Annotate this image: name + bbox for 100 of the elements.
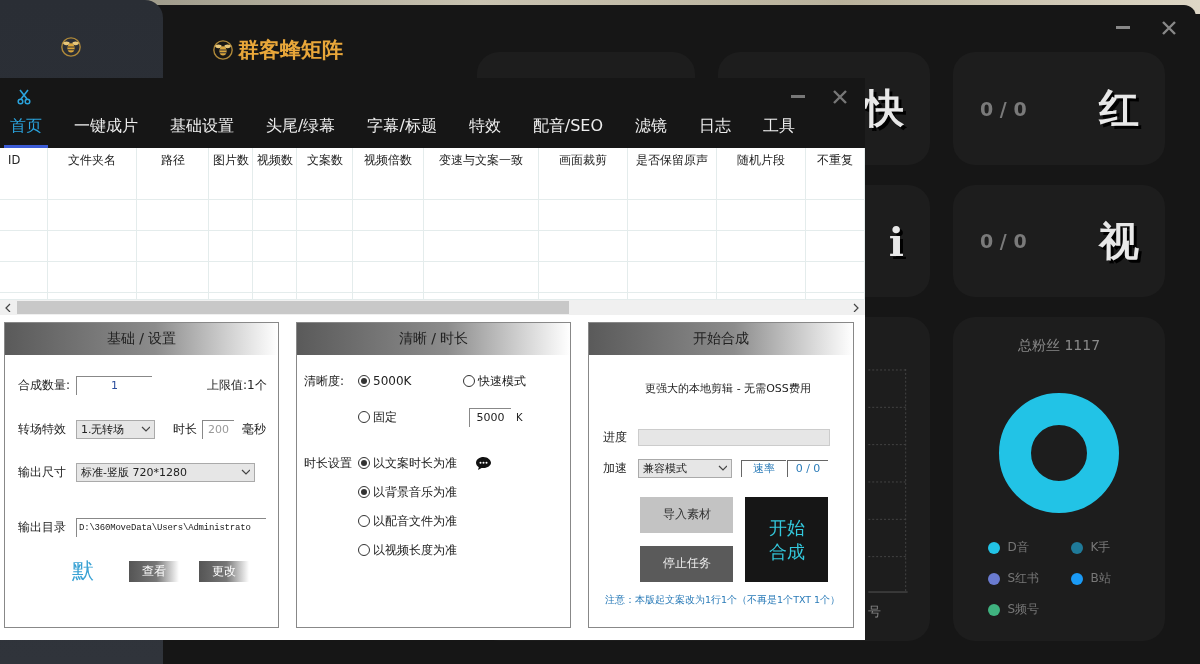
scissors-icon xyxy=(16,89,32,105)
field-label: 合成数量: xyxy=(18,376,72,394)
output-dir-input[interactable]: D:\360MoveData\Users\Administrato xyxy=(76,517,266,537)
radio-option[interactable]: 以文案时长为准 xyxy=(358,454,475,472)
radio-option[interactable]: 以视频长度为准 xyxy=(358,541,457,559)
table-cell xyxy=(297,200,353,231)
table-cell xyxy=(806,200,865,231)
table-cell xyxy=(806,231,865,262)
minimize-icon xyxy=(1116,26,1130,30)
table-cell xyxy=(0,200,48,231)
table-cell xyxy=(353,262,424,293)
table-cell xyxy=(0,262,48,293)
column-header: 图片数 xyxy=(209,148,253,200)
legend-label: K手 xyxy=(1090,539,1111,556)
nav-tab[interactable]: 配音/SEO xyxy=(526,108,610,148)
radio-option[interactable]: 以配音文件为准 xyxy=(358,512,457,530)
column-header: 文案数 xyxy=(297,148,353,200)
field-label: 清晰度: xyxy=(304,372,346,390)
column-header: 路径 xyxy=(137,148,209,200)
stat-label: 视 xyxy=(1099,215,1139,266)
stat-label: 红 xyxy=(1099,83,1139,133)
nav-tab[interactable]: 滤镜 xyxy=(629,108,674,148)
radio-option[interactable]: 快速模式 xyxy=(463,372,526,390)
notice-text: 注意：本版起文案改为1行1个（不再是1个TXT 1个） xyxy=(605,594,841,607)
column-header: ID xyxy=(0,148,48,200)
bee-logo-icon xyxy=(212,39,234,61)
nav-tab[interactable]: 特效 xyxy=(462,108,507,148)
column-header: 不重复 xyxy=(806,148,865,200)
action-button[interactable]: 导入素材 xyxy=(640,497,733,533)
table-cell xyxy=(806,262,865,293)
transition-select[interactable]: 1.无转场 xyxy=(76,419,155,439)
panel-button[interactable]: 查看 xyxy=(129,560,179,582)
table-cell xyxy=(353,200,424,231)
close-icon xyxy=(833,90,847,104)
chevron-left-icon xyxy=(4,303,13,312)
table-cell xyxy=(0,231,48,262)
field-label: 时长设置 xyxy=(304,454,353,472)
table-cell xyxy=(209,200,253,231)
table-cell xyxy=(137,262,209,293)
column-header: 文件夹名 xyxy=(48,148,137,200)
chevron-down-icon xyxy=(718,463,727,473)
table-cell xyxy=(297,231,353,262)
radio-option[interactable]: 固定 xyxy=(358,408,469,426)
unit-label: K xyxy=(516,411,523,423)
limit-text: 上限值:1个 xyxy=(207,376,267,394)
legend-label: S红书 xyxy=(1007,570,1040,587)
column-header: 随机片段 xyxy=(717,148,806,200)
size-select[interactable]: 标准-竖版 720*1280 xyxy=(76,462,255,482)
stat-count: 0 / 0 xyxy=(980,97,1027,120)
column-header: 是否保留原声 xyxy=(628,148,717,200)
radio-option[interactable]: 以背景音乐为准 xyxy=(358,483,457,501)
fans-total: 总粉丝 1117 xyxy=(1017,337,1101,355)
table-cell xyxy=(353,231,424,262)
action-button[interactable]: 开始合成 xyxy=(745,497,828,582)
bee-logo-icon xyxy=(60,36,82,58)
table-cell xyxy=(253,231,297,262)
column-header: 视频数 xyxy=(253,148,297,200)
bitrate-input[interactable]: 5000 xyxy=(469,407,511,427)
stat-label: 快 xyxy=(864,83,904,133)
legend-label: B站 xyxy=(1090,570,1111,587)
field-label: 输出尺寸 xyxy=(18,463,67,481)
tagline-text: 更强大的本地剪辑 - 无需OSS费用 xyxy=(644,381,812,396)
minimize-icon xyxy=(791,95,805,99)
close-icon xyxy=(1162,21,1176,35)
nav-tab[interactable]: 字幕/标题 xyxy=(361,108,443,148)
nav-tab[interactable]: 头尾/绿幕 xyxy=(260,108,342,148)
table-cell xyxy=(297,262,353,293)
chevron-down-icon xyxy=(141,424,150,434)
column-header: 视频倍数 xyxy=(353,148,424,200)
column-header: 变速与文案一致 xyxy=(424,148,539,200)
chat-bubble-icon xyxy=(475,455,492,471)
panel-title: 清晰 / 时长 xyxy=(297,323,570,355)
panel-title: 开始合成 xyxy=(589,323,853,355)
stat-label: i xyxy=(888,217,904,265)
legend-label: D音 xyxy=(1007,539,1029,556)
column-header: 画面裁剪 xyxy=(539,148,628,200)
nav-tab[interactable]: 日志 xyxy=(693,108,738,148)
chevron-right-icon xyxy=(852,303,861,312)
count-input[interactable]: 1 xyxy=(76,375,152,395)
field-label: 时长 xyxy=(173,420,197,438)
app-logo-text: 群客蜂矩阵 xyxy=(238,37,343,64)
horizontal-scrollbar[interactable] xyxy=(0,300,865,315)
action-button[interactable]: 停止任务 xyxy=(640,545,733,582)
speed-mode-select[interactable]: 兼容模式 xyxy=(638,458,732,478)
nav-tab[interactable]: 一键成片 xyxy=(68,108,144,148)
legend-label: S频号 xyxy=(1007,601,1040,618)
nav-tab[interactable]: 基础设置 xyxy=(164,108,240,148)
table-cell xyxy=(209,231,253,262)
table-cell xyxy=(209,262,253,293)
nav-tab[interactable]: 首页 xyxy=(4,108,48,148)
radio-option[interactable]: 5000K xyxy=(358,374,463,388)
scrollbar-thumb[interactable] xyxy=(17,301,569,314)
table-cell xyxy=(253,262,297,293)
nav-tab[interactable]: 工具 xyxy=(757,108,802,148)
panel-title: 基础 / 设置 xyxy=(5,323,278,355)
stat-count: 0 / 0 xyxy=(980,230,1027,252)
chevron-down-icon xyxy=(241,467,250,477)
panel-button[interactable]: 更改 xyxy=(199,560,249,582)
table-cell xyxy=(137,200,209,231)
field-label: 进度 xyxy=(603,428,628,446)
